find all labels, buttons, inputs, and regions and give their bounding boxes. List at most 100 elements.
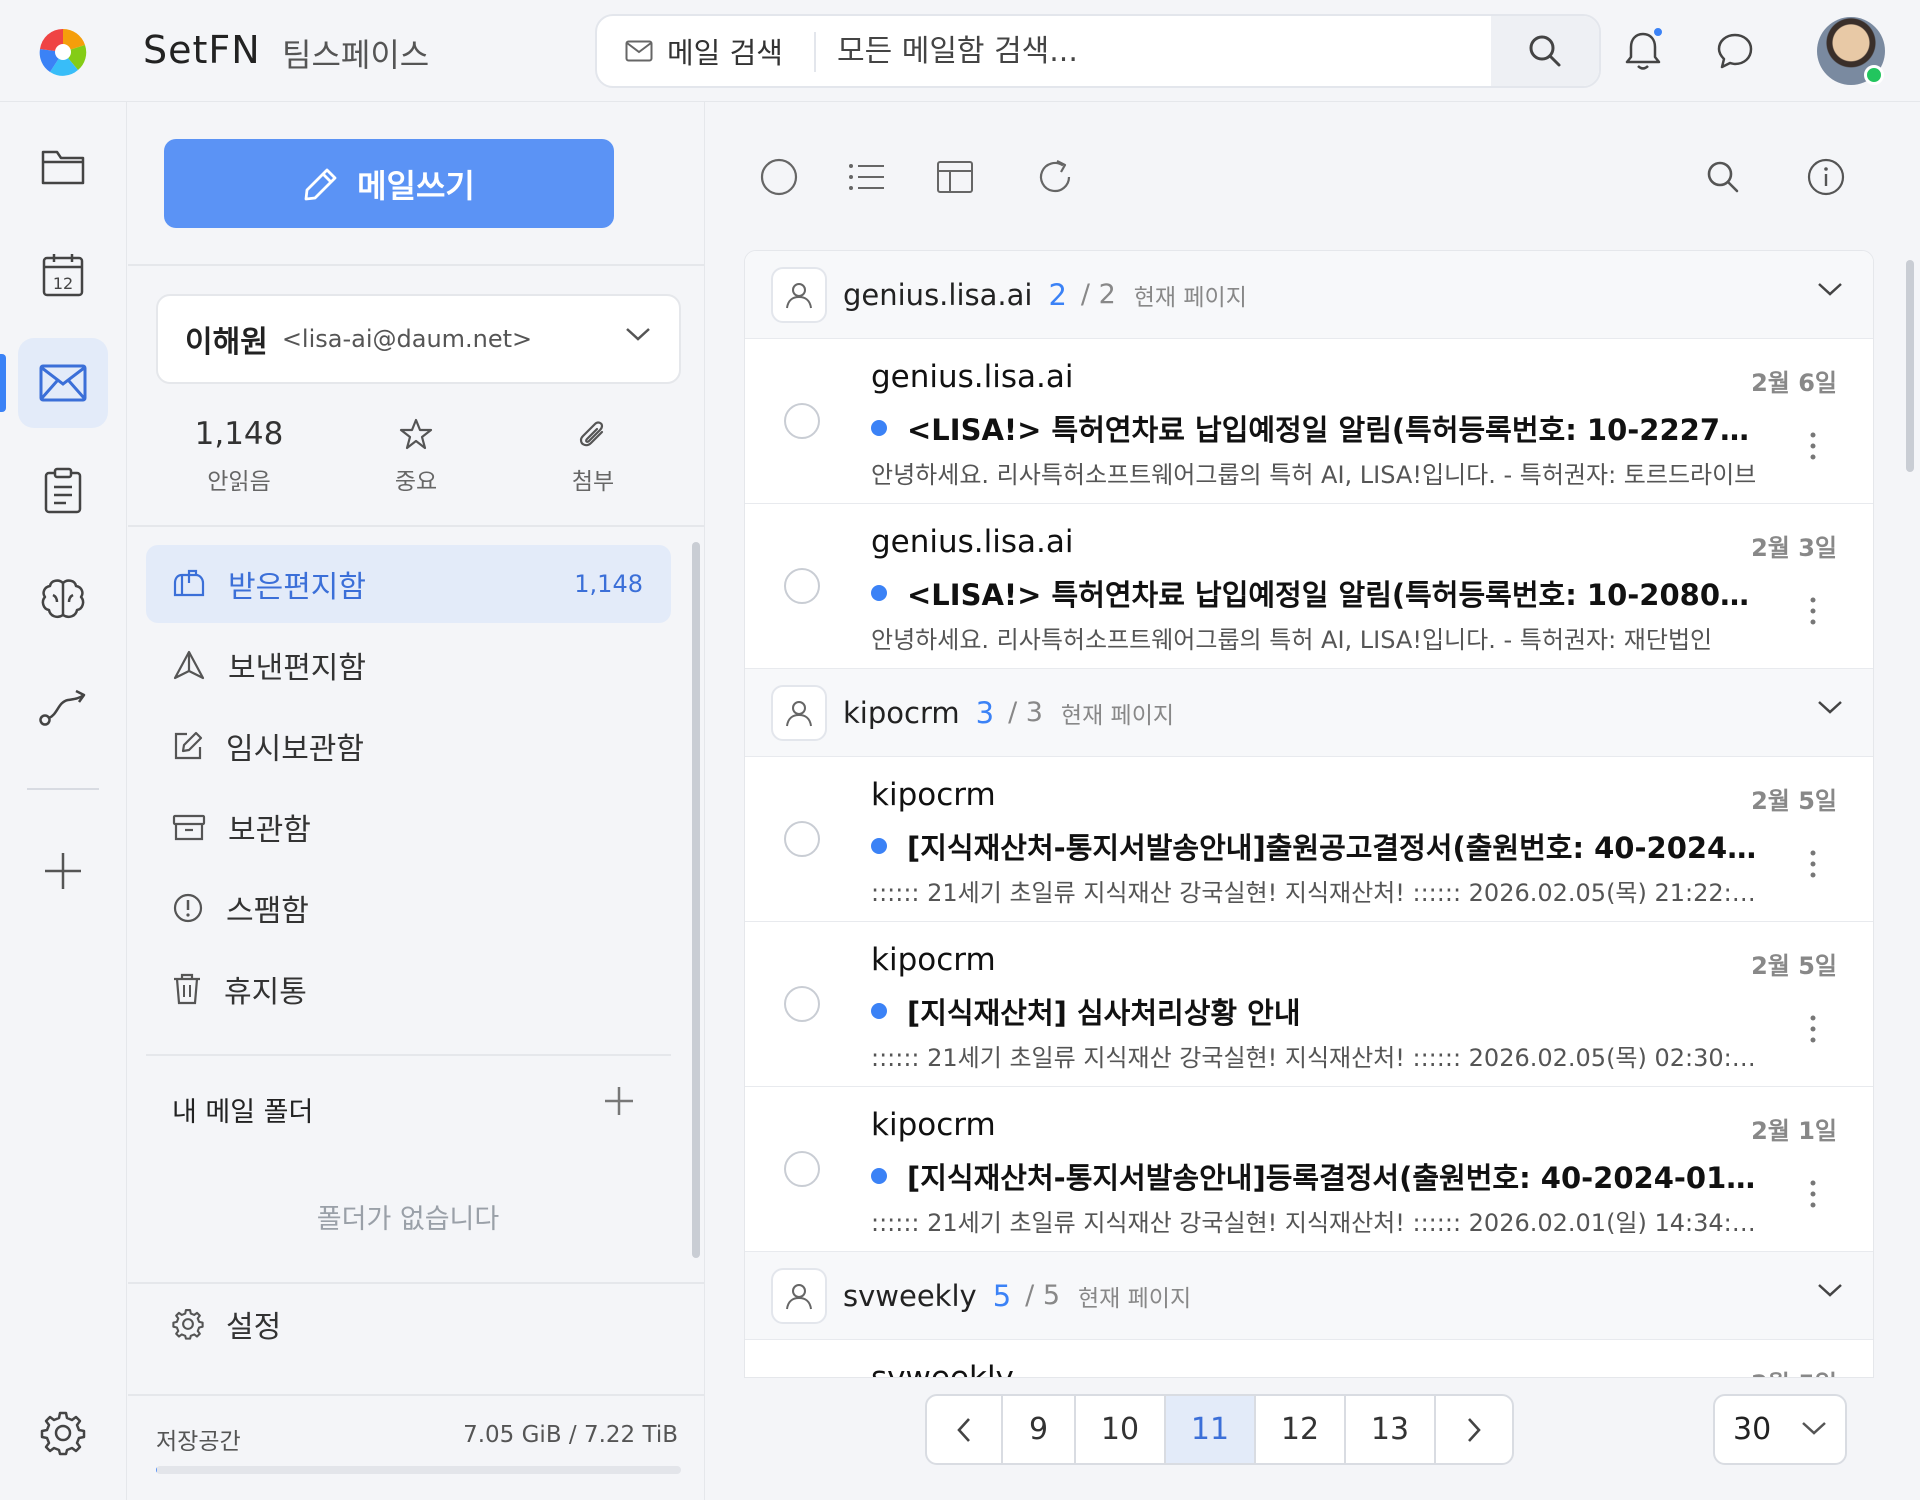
- folder-trash[interactable]: 휴지통: [146, 950, 671, 1028]
- search-button[interactable]: [1491, 16, 1599, 86]
- folder-archive[interactable]: 보관함: [146, 788, 671, 866]
- list-view-button[interactable]: [842, 152, 892, 202]
- sender-group-header[interactable]: kipocrm 3 / 3 현재 페이지: [745, 669, 1873, 757]
- mail-row[interactable]: kipocrm 2월 5일 [지식재산처] 심사처리상황 안내 :::::: 2…: [745, 922, 1873, 1087]
- mail-checkbox[interactable]: [784, 821, 820, 857]
- next-page-button[interactable]: [1436, 1396, 1512, 1463]
- brain-icon: [39, 577, 87, 621]
- chat-button[interactable]: [1710, 26, 1760, 76]
- chevron-down-icon[interactable]: [1817, 281, 1843, 297]
- mail-subject-row: <LISA!> 특허연차료 납입예정일 알림(특허등록번호: 10-222740…: [871, 407, 1761, 449]
- select-all-checkbox[interactable]: [754, 152, 804, 202]
- mail-icon: [625, 40, 653, 62]
- rail-files[interactable]: [18, 122, 108, 212]
- gear-icon: [40, 1410, 86, 1456]
- rail-workflow[interactable]: [18, 662, 108, 752]
- mail-main: genius.lisa.ai 2 / 2 현재 페이지 genius.lisa.…: [706, 102, 1920, 1500]
- refresh-button[interactable]: [1030, 152, 1080, 202]
- workspace-name[interactable]: 팀스페이스: [282, 30, 429, 76]
- mail-sender: kipocrm: [871, 1107, 996, 1143]
- more-options-icon[interactable]: [1809, 1179, 1817, 1209]
- layout-view-button[interactable]: [930, 152, 980, 202]
- more-options-icon[interactable]: [1809, 849, 1817, 879]
- mail-checkbox[interactable]: [784, 568, 820, 604]
- folder-inbox[interactable]: 받은편지함 1,148: [146, 545, 671, 623]
- search-icon: [1706, 160, 1740, 194]
- route-icon: [38, 687, 88, 727]
- mail-preview: :::::: 21세기 초일류 지식재산 강국실현! 지식재산처! ::::::…: [871, 1209, 1761, 1237]
- mail-list-scrollbar[interactable]: [1906, 260, 1914, 472]
- group-total-count: / 2: [1080, 279, 1116, 310]
- notifications-button[interactable]: [1618, 26, 1668, 76]
- mail-checkbox[interactable]: [784, 1151, 820, 1187]
- rail-settings[interactable]: [18, 1388, 108, 1478]
- rail-tasks[interactable]: [18, 446, 108, 536]
- mail-settings-button[interactable]: 설정: [172, 1302, 281, 1346]
- unread-dot: [871, 1168, 887, 1184]
- mail-checkbox[interactable]: [784, 986, 820, 1022]
- mail-row[interactable]: kipocrm 2월 1일 [지식재산처-통지서발송안내]등록결정서(출원번호:…: [745, 1087, 1873, 1252]
- envelope-icon: [39, 364, 87, 402]
- chevron-down-icon[interactable]: [1817, 699, 1843, 715]
- rail-mail[interactable]: [18, 338, 108, 428]
- storage-progress-bar: [156, 1466, 681, 1474]
- mail-row[interactable]: svweekly 2월 5일: [745, 1340, 1873, 1378]
- mail-sender: svweekly: [871, 1360, 1014, 1378]
- app-logo-icon[interactable]: [38, 27, 88, 77]
- info-button[interactable]: [1801, 152, 1851, 202]
- mail-subject-row: [지식재산처-통지서발송안내]등록결정서(출원번호: 40-2024-01869…: [871, 1155, 1761, 1197]
- attachment-label: 첨부: [571, 469, 615, 495]
- folder-sent[interactable]: 보낸편지함: [146, 626, 671, 704]
- folder-spam[interactable]: 스팸함: [146, 869, 671, 947]
- folder-drafts[interactable]: 임시보관함: [146, 707, 671, 785]
- stat-important[interactable]: 중요: [351, 412, 481, 496]
- add-folder-button[interactable]: [602, 1084, 636, 1118]
- page-button[interactable]: 13: [1346, 1396, 1436, 1463]
- stat-attachments[interactable]: 첨부: [528, 412, 658, 496]
- page-button[interactable]: 12: [1256, 1396, 1346, 1463]
- search-scope[interactable]: 메일 검색: [625, 16, 783, 86]
- spam-icon: [172, 892, 204, 924]
- unread-dot: [871, 420, 887, 436]
- folder-icon: [40, 147, 86, 187]
- storage-progress-fill: [156, 1466, 157, 1474]
- list-search-button[interactable]: [1698, 152, 1748, 202]
- sender-group-header[interactable]: genius.lisa.ai 2 / 2 현재 페이지: [745, 251, 1873, 339]
- rail-calendar[interactable]: 12: [18, 230, 108, 320]
- compose-button[interactable]: 메일쓰기: [164, 139, 614, 228]
- sidebar-scrollbar[interactable]: [692, 542, 700, 1258]
- folder-label: 스팸함: [226, 894, 309, 929]
- rail-add-app[interactable]: [18, 826, 108, 916]
- group-scope: 현재 페이지: [1060, 702, 1175, 729]
- chevron-left-icon: [956, 1417, 972, 1443]
- mail-subject-row: [지식재산처] 심사처리상황 안내: [871, 990, 1761, 1032]
- folder-list: 받은편지함 1,148 보낸편지함 임시보관함 보관함 스팸함 휴지통: [146, 545, 671, 1031]
- group-scope: 현재 페이지: [1133, 284, 1247, 311]
- stat-unread[interactable]: 1,148 안읽음: [174, 412, 304, 496]
- mail-row[interactable]: kipocrm 2월 5일 [지식재산처-통지서발송안내]출원공고결정서(출원번…: [745, 757, 1873, 922]
- gear-icon: [172, 1308, 204, 1340]
- more-options-icon[interactable]: [1809, 1014, 1817, 1044]
- mail-checkbox[interactable]: [784, 403, 820, 439]
- account-selector[interactable]: 이해원 <lisa-ai@daum.net>: [156, 294, 681, 384]
- mail-list: genius.lisa.ai 2 / 2 현재 페이지 genius.lisa.…: [744, 250, 1874, 1378]
- unread-count: 1,148: [194, 416, 284, 452]
- sender-group-header[interactable]: svweekly 5 / 5 현재 페이지: [745, 1252, 1873, 1340]
- unread-label: 안읽음: [207, 469, 271, 495]
- mail-row[interactable]: genius.lisa.ai 2월 3일 <LISA!> 특허연차료 납입예정일…: [745, 504, 1873, 669]
- page-size-select[interactable]: 30: [1713, 1394, 1847, 1465]
- more-options-icon[interactable]: [1809, 596, 1817, 626]
- page-button[interactable]: 9: [1003, 1396, 1076, 1463]
- search-input[interactable]: [837, 16, 1467, 86]
- mail-date: 2월 3일: [1751, 534, 1837, 562]
- chevron-down-icon[interactable]: [1817, 1282, 1843, 1298]
- mail-row[interactable]: genius.lisa.ai 2월 6일 <LISA!> 특허연차료 납입예정일…: [745, 339, 1873, 504]
- prev-page-button[interactable]: [927, 1396, 1003, 1463]
- page-button-current[interactable]: 11: [1166, 1396, 1256, 1463]
- group-total-count: / 5: [1025, 1280, 1060, 1311]
- group-sender-name: svweekly: [843, 1278, 977, 1313]
- more-options-icon[interactable]: [1809, 431, 1817, 461]
- rail-ai[interactable]: [18, 554, 108, 644]
- page-button[interactable]: 10: [1076, 1396, 1166, 1463]
- mail-date: 2월 5일: [1751, 952, 1837, 980]
